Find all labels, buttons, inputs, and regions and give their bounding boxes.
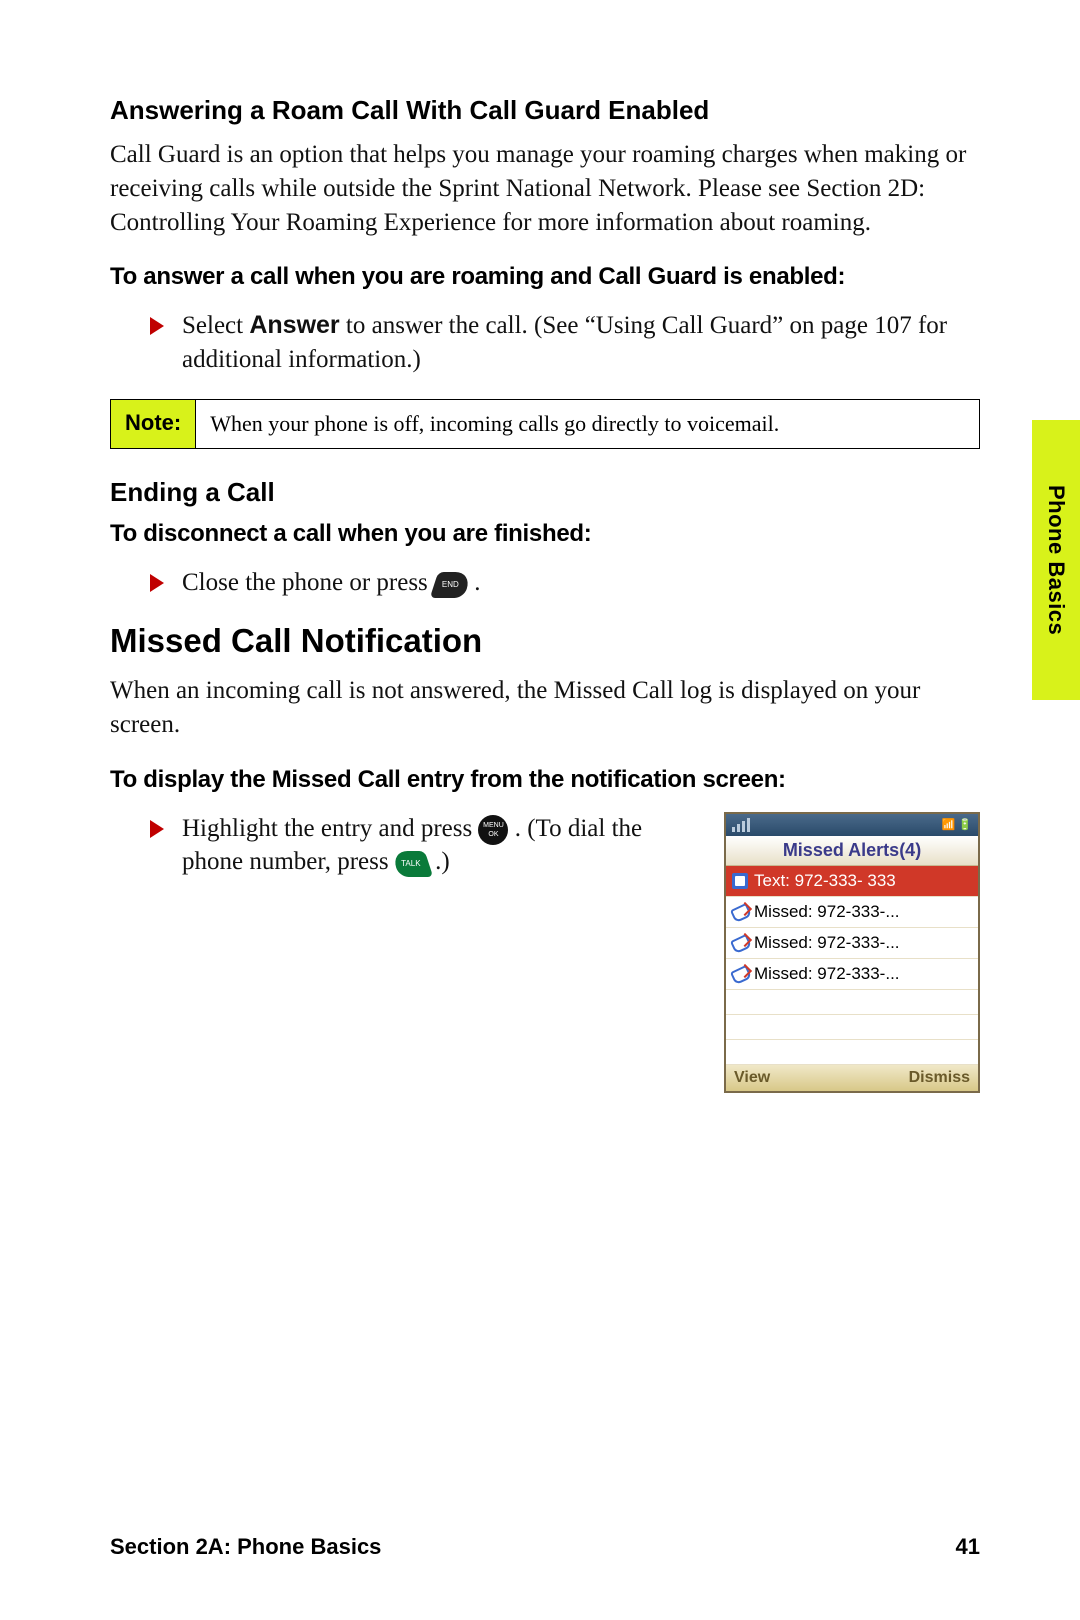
paragraph-call-guard: Call Guard is an option that helps you m… xyxy=(110,138,980,239)
footer-section: Section 2A: Phone Basics xyxy=(110,1534,381,1560)
lead-answer-roam: To answer a call when you are roaming an… xyxy=(110,263,980,291)
alert-row: Missed: 972-333-... xyxy=(726,959,978,990)
signal-icon xyxy=(732,818,750,832)
missed-call-icon xyxy=(732,935,748,951)
footer-page-number: 41 xyxy=(956,1534,980,1560)
empty-row xyxy=(726,990,978,1015)
note-body: When your phone is off, incoming calls g… xyxy=(196,400,793,449)
bullet-triangle-icon xyxy=(150,820,164,838)
phone-status-bar: 📶 🔋 xyxy=(726,814,978,836)
bullet-triangle-icon xyxy=(150,574,164,592)
softkey-left: View xyxy=(734,1069,770,1087)
bullet-close-phone: Close the phone or press . xyxy=(150,566,980,600)
heading-missed-call-notification: Missed Call Notification xyxy=(110,622,980,660)
text-message-icon xyxy=(732,873,748,889)
empty-row xyxy=(726,1040,978,1065)
heading-answering-roam: Answering a Roam Call With Call Guard En… xyxy=(110,95,980,126)
softkey-right: Dismiss xyxy=(909,1069,970,1087)
lead-disconnect: To disconnect a call when you are finish… xyxy=(110,520,980,548)
alert-label: Missed: 972-333-... xyxy=(754,902,900,922)
missed-text-column: Highlight the entry and press MENUOK . (… xyxy=(150,812,704,880)
bullet-text: Select Answer to answer the call. (See “… xyxy=(182,309,980,377)
alert-row: Missed: 972-333-... xyxy=(726,928,978,959)
page-content: Answering a Roam Call With Call Guard En… xyxy=(0,0,1080,1620)
bullet-text: Close the phone or press . xyxy=(182,566,481,600)
phone-screenshot: 📶 🔋 Missed Alerts(4) Text: 972-333- 333 … xyxy=(724,812,980,1093)
bullet-select-answer: Select Answer to answer the call. (See “… xyxy=(150,309,980,377)
heading-ending-call: Ending a Call xyxy=(110,477,980,508)
lead-display-missed: To display the Missed Call entry from th… xyxy=(110,766,980,794)
missed-call-row: Highlight the entry and press MENUOK . (… xyxy=(150,812,980,1093)
alert-label: Missed: 972-333-... xyxy=(754,933,900,953)
talk-key-icon xyxy=(391,851,433,877)
missed-call-icon xyxy=(732,966,748,982)
phone-softkey-bar: View Dismiss xyxy=(726,1065,978,1091)
bullet-text: Highlight the entry and press MENUOK . (… xyxy=(182,812,704,880)
status-icons: 📶 🔋 xyxy=(942,818,972,831)
bullet-triangle-icon xyxy=(150,317,164,335)
paragraph-missed-call: When an incoming call is not answered, t… xyxy=(110,674,980,742)
note-label: Note: xyxy=(111,400,196,449)
alert-row-selected: Text: 972-333- 333 xyxy=(726,866,978,897)
note-box: Note: When your phone is off, incoming c… xyxy=(110,399,980,450)
empty-row xyxy=(726,1015,978,1040)
missed-call-icon xyxy=(732,904,748,920)
alert-row: Missed: 972-333-... xyxy=(726,897,978,928)
page-footer: Section 2A: Phone Basics 41 xyxy=(110,1534,980,1560)
menu-ok-key-icon: MENUOK xyxy=(478,815,508,845)
phone-screen-title: Missed Alerts(4) xyxy=(726,836,978,866)
alert-label: Text: 972-333- 333 xyxy=(754,871,896,891)
end-key-icon xyxy=(430,572,472,598)
alert-label: Missed: 972-333-... xyxy=(754,964,900,984)
